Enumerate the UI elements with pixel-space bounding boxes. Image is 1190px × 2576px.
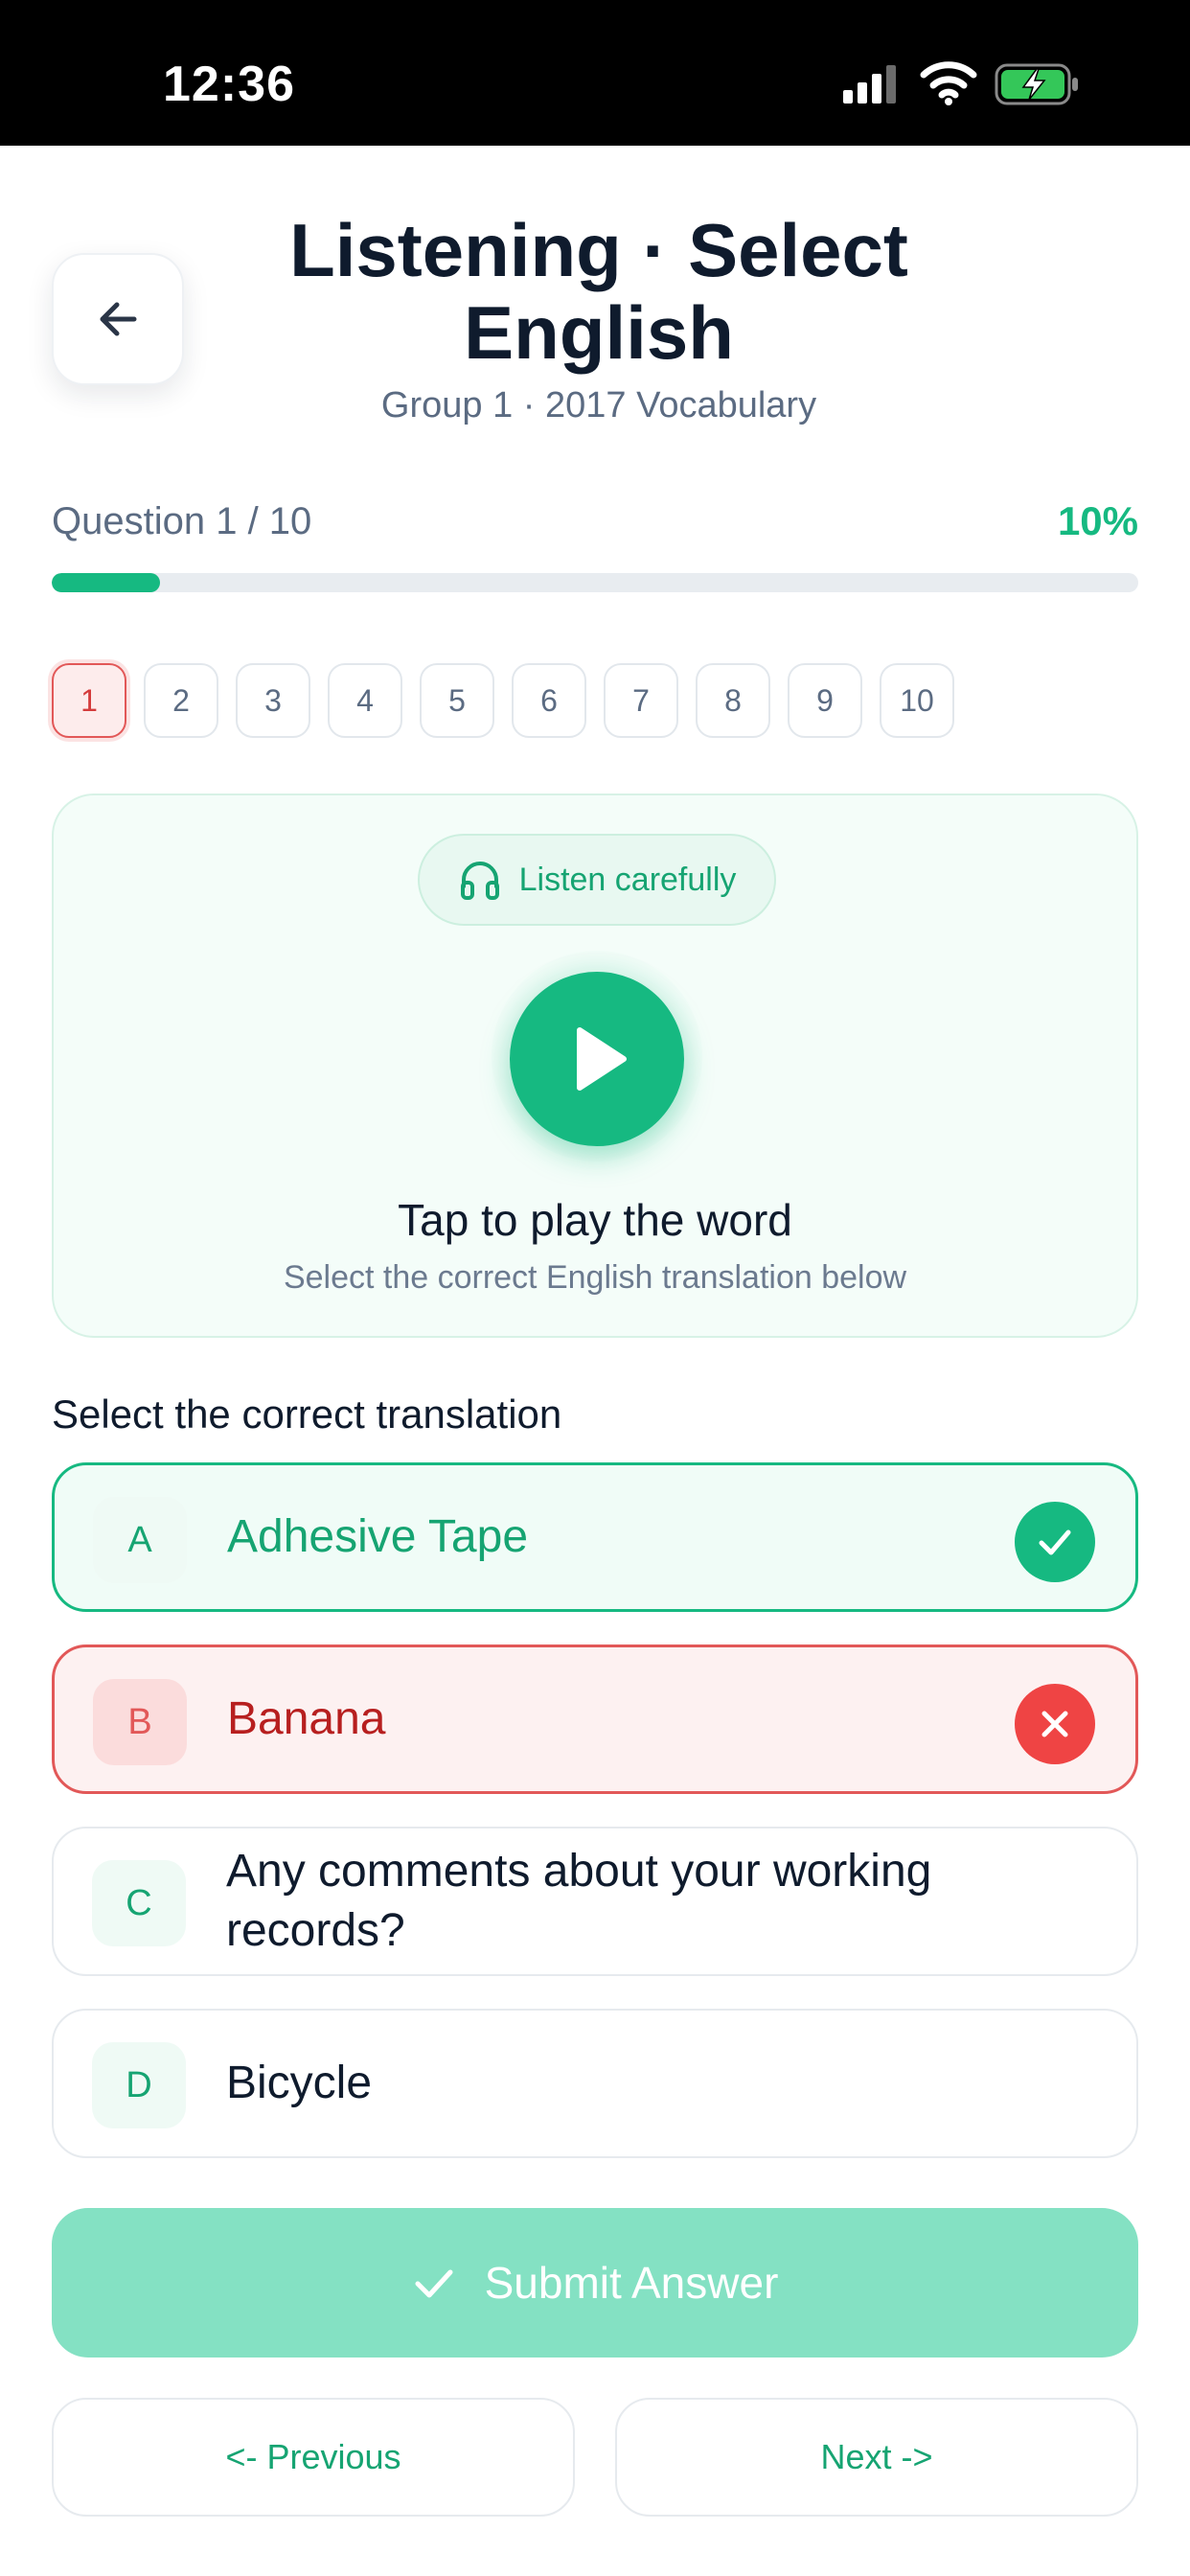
page-title: Listening · Select English bbox=[289, 208, 908, 375]
play-subtitle: Select the correct English translation b… bbox=[283, 1259, 907, 1296]
question-nav-item[interactable]: 6 bbox=[512, 663, 586, 738]
back-button[interactable] bbox=[52, 253, 184, 385]
option-letter: C bbox=[92, 1860, 186, 1946]
question-nav-item[interactable]: 8 bbox=[696, 663, 770, 738]
submit-label: Submit Answer bbox=[484, 2258, 779, 2308]
question-nav-item[interactable]: 1 bbox=[52, 663, 126, 738]
question-navigator: 1 2 3 4 5 6 7 8 9 10 bbox=[52, 663, 954, 738]
option-a[interactable]: A Adhesive Tape bbox=[52, 1462, 1138, 1612]
next-button[interactable]: Next -> bbox=[615, 2398, 1138, 2517]
question-nav-item[interactable]: 3 bbox=[236, 663, 310, 738]
check-circle-icon bbox=[1015, 1502, 1095, 1582]
question-nav-item[interactable]: 5 bbox=[420, 663, 494, 738]
option-text: Any comments about your working records? bbox=[226, 1846, 932, 1956]
previous-button[interactable]: <- Previous bbox=[52, 2398, 575, 2517]
option-d[interactable]: D Bicycle bbox=[52, 2009, 1138, 2158]
page-subtitle: Group 1 · 2017 Vocabulary bbox=[380, 385, 817, 426]
option-text: Bicycle bbox=[226, 2058, 373, 2108]
option-b[interactable]: B Banana bbox=[52, 1644, 1138, 1794]
question-nav-item[interactable]: 7 bbox=[604, 663, 678, 738]
question-nav-item[interactable]: 2 bbox=[144, 663, 218, 738]
submit-answer-button[interactable]: Submit Answer bbox=[52, 2208, 1138, 2358]
question-nav-item[interactable]: 10 bbox=[880, 663, 954, 738]
option-text: Adhesive Tape bbox=[227, 1511, 529, 1562]
option-letter: B bbox=[93, 1679, 187, 1765]
options-label: Select the correct translation bbox=[52, 1392, 562, 1437]
next-label: Next -> bbox=[820, 2437, 933, 2476]
wifi-icon bbox=[920, 61, 977, 105]
option-text: Banana bbox=[227, 1693, 386, 1744]
headphones-icon bbox=[460, 862, 499, 900]
question-counter: Question 1 / 10 bbox=[52, 500, 312, 542]
arrow-left-icon bbox=[100, 302, 137, 336]
progress-bar bbox=[52, 573, 1138, 592]
play-button[interactable] bbox=[510, 972, 684, 1146]
x-circle-icon bbox=[1015, 1684, 1095, 1764]
listen-carefully-pill: Listen carefully bbox=[418, 834, 776, 926]
status-time: 12:36 bbox=[163, 57, 295, 112]
check-icon bbox=[415, 2269, 453, 2298]
option-letter: A bbox=[93, 1497, 187, 1583]
previous-label: <- Previous bbox=[225, 2437, 401, 2476]
status-bar: 12:36 bbox=[0, 0, 1190, 146]
progress-bar-fill bbox=[52, 573, 161, 592]
question-nav-item[interactable]: 9 bbox=[788, 663, 862, 738]
progress-percent: 10% bbox=[1057, 498, 1138, 543]
listen-pill-label: Listen carefully bbox=[518, 861, 737, 898]
question-nav-item[interactable]: 4 bbox=[328, 663, 402, 738]
option-letter: D bbox=[92, 2042, 186, 2128]
listen-card: Listen carefully Tap to play the word Se… bbox=[52, 794, 1138, 1338]
battery-charging-icon bbox=[995, 63, 1078, 105]
option-c[interactable]: C Any comments about your working record… bbox=[52, 1827, 1138, 1976]
cellular-signal-icon bbox=[843, 65, 896, 104]
play-icon bbox=[577, 1027, 627, 1091]
play-title: Tap to play the word bbox=[398, 1195, 792, 1245]
